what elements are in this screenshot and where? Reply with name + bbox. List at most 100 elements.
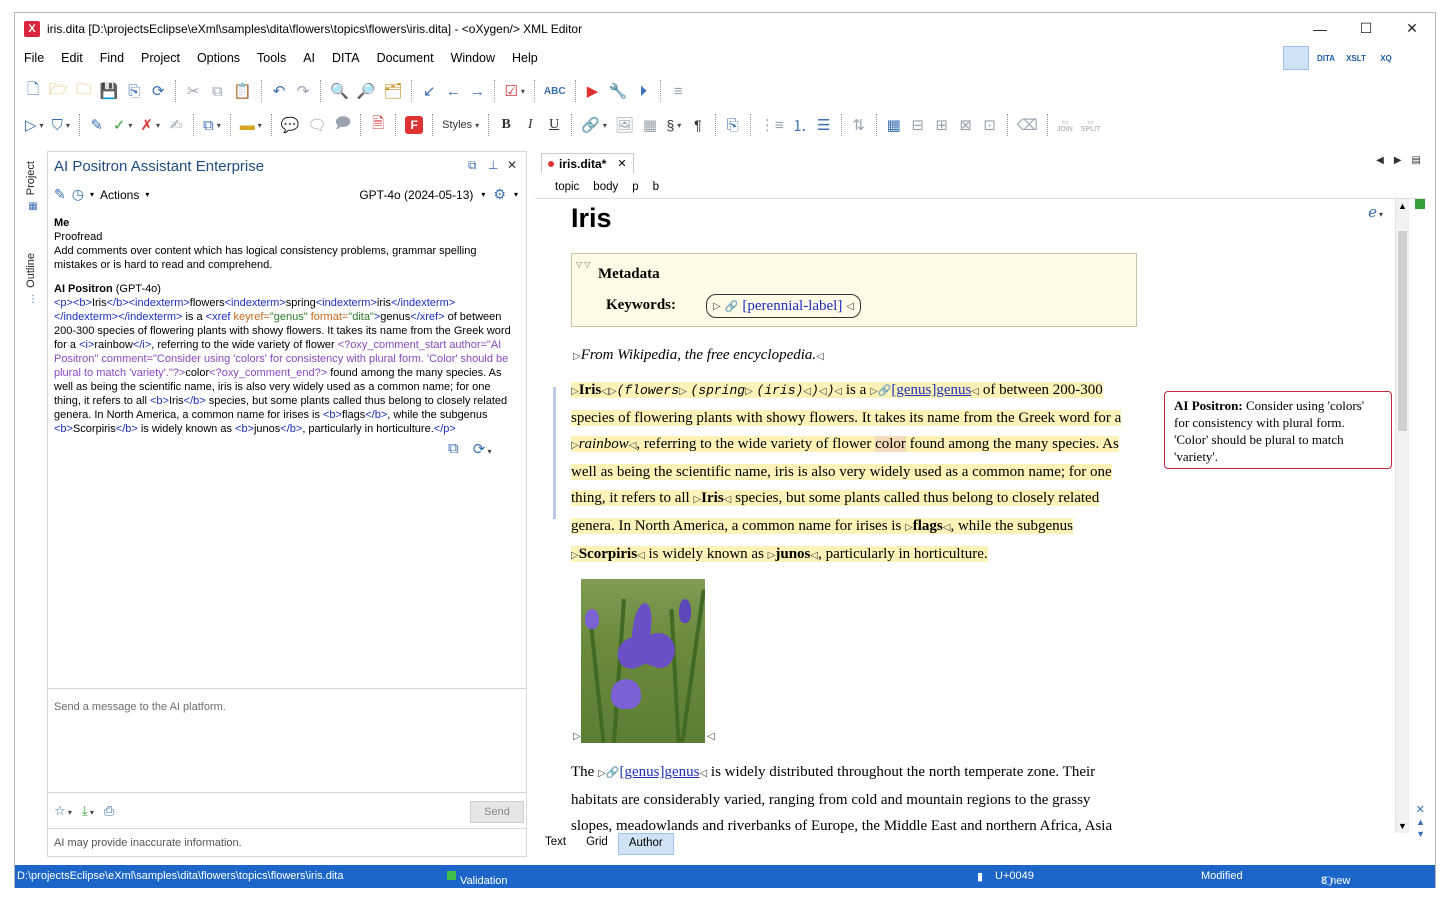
menu-ai[interactable]: AI [293,51,322,65]
menu-options[interactable]: Options [187,51,247,65]
add-comment-icon[interactable]: 💬 [277,112,304,138]
vertical-scrollbar[interactable]: ▲ ▼ [1395,199,1409,833]
dita-perspective-icon[interactable]: DITA [1313,46,1339,70]
side-tab-outline[interactable]: Outline [23,247,39,294]
delete-row-icon[interactable]: ⊠ [954,112,978,138]
breadcrumb-p[interactable]: p [632,181,638,193]
attach-file-icon[interactable]: ⎙ [104,803,114,819]
forward-icon[interactable]: → [465,78,489,104]
delete-column-icon[interactable]: ⌫ [1013,112,1042,138]
reload-icon[interactable]: ⟳ [146,78,170,104]
menu-tools[interactable]: Tools [247,51,293,65]
next-problem-icon[interactable]: ▼ [1416,829,1425,839]
ordered-list-icon[interactable]: ⒈ [788,112,812,138]
spell-check-icon[interactable]: ABC [540,78,570,104]
database-perspective-icon[interactable] [1403,46,1429,70]
apply-transformation-icon[interactable]: ▶ [581,78,605,104]
insert-table-icon[interactable]: ▦ [882,112,906,138]
scroll-down-icon[interactable]: ▼ [1398,821,1407,831]
find-in-files-icon[interactable]: 🔎 [353,78,380,104]
previous-problem-icon[interactable]: ▲ [1416,817,1425,827]
actions-dropdown-icon[interactable]: ▾ [145,190,149,199]
menu-document[interactable]: Document [367,51,441,65]
section-button[interactable]: § ▾ [662,112,686,138]
settings-gear-icon[interactable]: ⚙ [493,186,506,203]
menu-project[interactable]: Project [131,51,187,65]
styles-dropdown[interactable]: Styles ▾ [438,112,483,138]
insert-image-icon[interactable]: 🖼 [611,112,638,138]
favorites-icon[interactable]: ☆ ▾ [54,803,72,819]
tags-display-icon[interactable]: ▷ ▾ [21,112,48,138]
new-chat-icon[interactable]: ✎ [54,186,66,203]
framemaker-icon[interactable]: F [401,112,427,138]
unordered-list-icon[interactable]: ☰ [812,112,836,138]
step-list-icon[interactable]: ⋮≡ [756,112,788,138]
next-tab-icon[interactable]: ▶ [1394,155,1402,166]
redo-icon[interactable]: ↷ [291,78,315,104]
new-file-icon[interactable]: 🗋 [21,78,45,104]
menu-file[interactable]: File [15,51,51,65]
history-icon[interactable]: ◷ [72,186,84,203]
author-content[interactable]: Iris ▽ ▽ Metadata Keywords: ▷ 🔗 [perenni… [535,199,1401,833]
highlight-icon[interactable]: ▬ ▾ [236,112,266,138]
menu-help[interactable]: Help [502,51,545,65]
back-to-insert-icon[interactable]: ↙ [417,78,441,104]
send-button[interactable]: Send [470,801,524,823]
pin-panel-icon[interactable]: ⊥ [488,158,498,172]
comment-icon[interactable]: ✍ [164,112,188,138]
split-cell-icon[interactable]: ▭ SPLIT [1077,112,1104,138]
ai-quick-action-icon[interactable]: ℯ ▾ [1368,203,1383,222]
history-dropdown-icon[interactable]: ▾ [90,190,94,199]
find-folder-icon[interactable]: 🗂 [379,78,406,104]
underline-button[interactable]: U [542,112,566,138]
review-panel-icon[interactable]: 🗎 [366,112,390,138]
edit-comment-icon[interactable]: 🗨 [303,112,330,138]
menu-find[interactable]: Find [90,51,131,65]
reject-change-icon[interactable]: ✗ ▾ [136,112,164,138]
menu-window[interactable]: Window [441,51,502,65]
join-cells-icon[interactable]: ▭ JOIN [1053,112,1077,138]
back-icon[interactable]: ← [441,78,465,104]
italic-button[interactable]: I [518,112,542,138]
close-button[interactable]: ✕ [1389,13,1435,44]
validate-icon[interactable]: ☑ ▾ [500,78,528,104]
model-dropdown[interactable]: GPT-4o (2024-05-13) [359,188,473,202]
message-input[interactable]: Send a message to the AI platform. [48,688,526,792]
keyword-reference[interactable]: ▷ 🔗 [perennial-label] ◁ [706,294,862,318]
insert-row-above-icon[interactable]: ⊞ [930,112,954,138]
side-tab-project[interactable]: Project [23,155,39,201]
restore-panel-icon[interactable]: ⧉ [468,158,477,173]
scroll-up-icon[interactable]: ▲ [1398,201,1407,211]
actions-dropdown[interactable]: Actions [100,188,139,202]
manage-highlights-icon[interactable]: ⧉ ▾ [199,112,225,138]
edit-review-icon[interactable]: ✎ [85,112,109,138]
previous-tab-icon[interactable]: ◀ [1376,155,1384,166]
ai-comment-callout[interactable]: AI Positron: Consider using 'colors' for… [1164,391,1392,469]
save-icon[interactable]: 💾 [96,78,123,104]
configure-transformation-icon[interactable]: 🔧 [605,78,632,104]
table-properties-icon[interactable]: ⊡ [978,112,1002,138]
maximize-button[interactable]: ☐ [1343,13,1389,44]
paragraph-button[interactable]: ¶ [686,112,710,138]
mode-tab-author[interactable]: Author [617,833,674,855]
save-as-icon[interactable]: ⎘ [122,78,146,104]
insert-reference-icon[interactable]: ⎘ [721,112,745,138]
link-icon[interactable]: 🔗 ▾ [577,112,611,138]
open-file-icon[interactable]: 🗁 [45,78,72,104]
remove-comment-icon[interactable]: 🗩 [331,112,356,138]
undo-icon[interactable]: ↶ [267,78,291,104]
insert-row-below-icon[interactable]: ⊟ [906,112,930,138]
transformation-scenarios-icon[interactable]: ⏵ [631,78,655,104]
menu-dita[interactable]: DITA [322,51,367,65]
xquery-debugger-icon[interactable]: XQ [1373,46,1399,70]
close-tab-icon[interactable]: ✕ [617,157,626,170]
paste-icon[interactable]: 📋 [229,78,256,104]
editor-tab-iris[interactable]: iris.dita* ✕ [541,153,634,173]
collapse-icon[interactable]: ▽ ▽ [576,260,590,269]
sort-icon[interactable]: ⇅ [847,112,871,138]
open-url-icon[interactable]: 🗀 [72,78,96,104]
editor-perspective-icon[interactable] [1283,46,1309,70]
tab-list-icon[interactable]: ▤ [1412,155,1421,166]
mode-tab-text[interactable]: Text [535,833,576,855]
minimize-button[interactable]: — [1297,13,1343,44]
